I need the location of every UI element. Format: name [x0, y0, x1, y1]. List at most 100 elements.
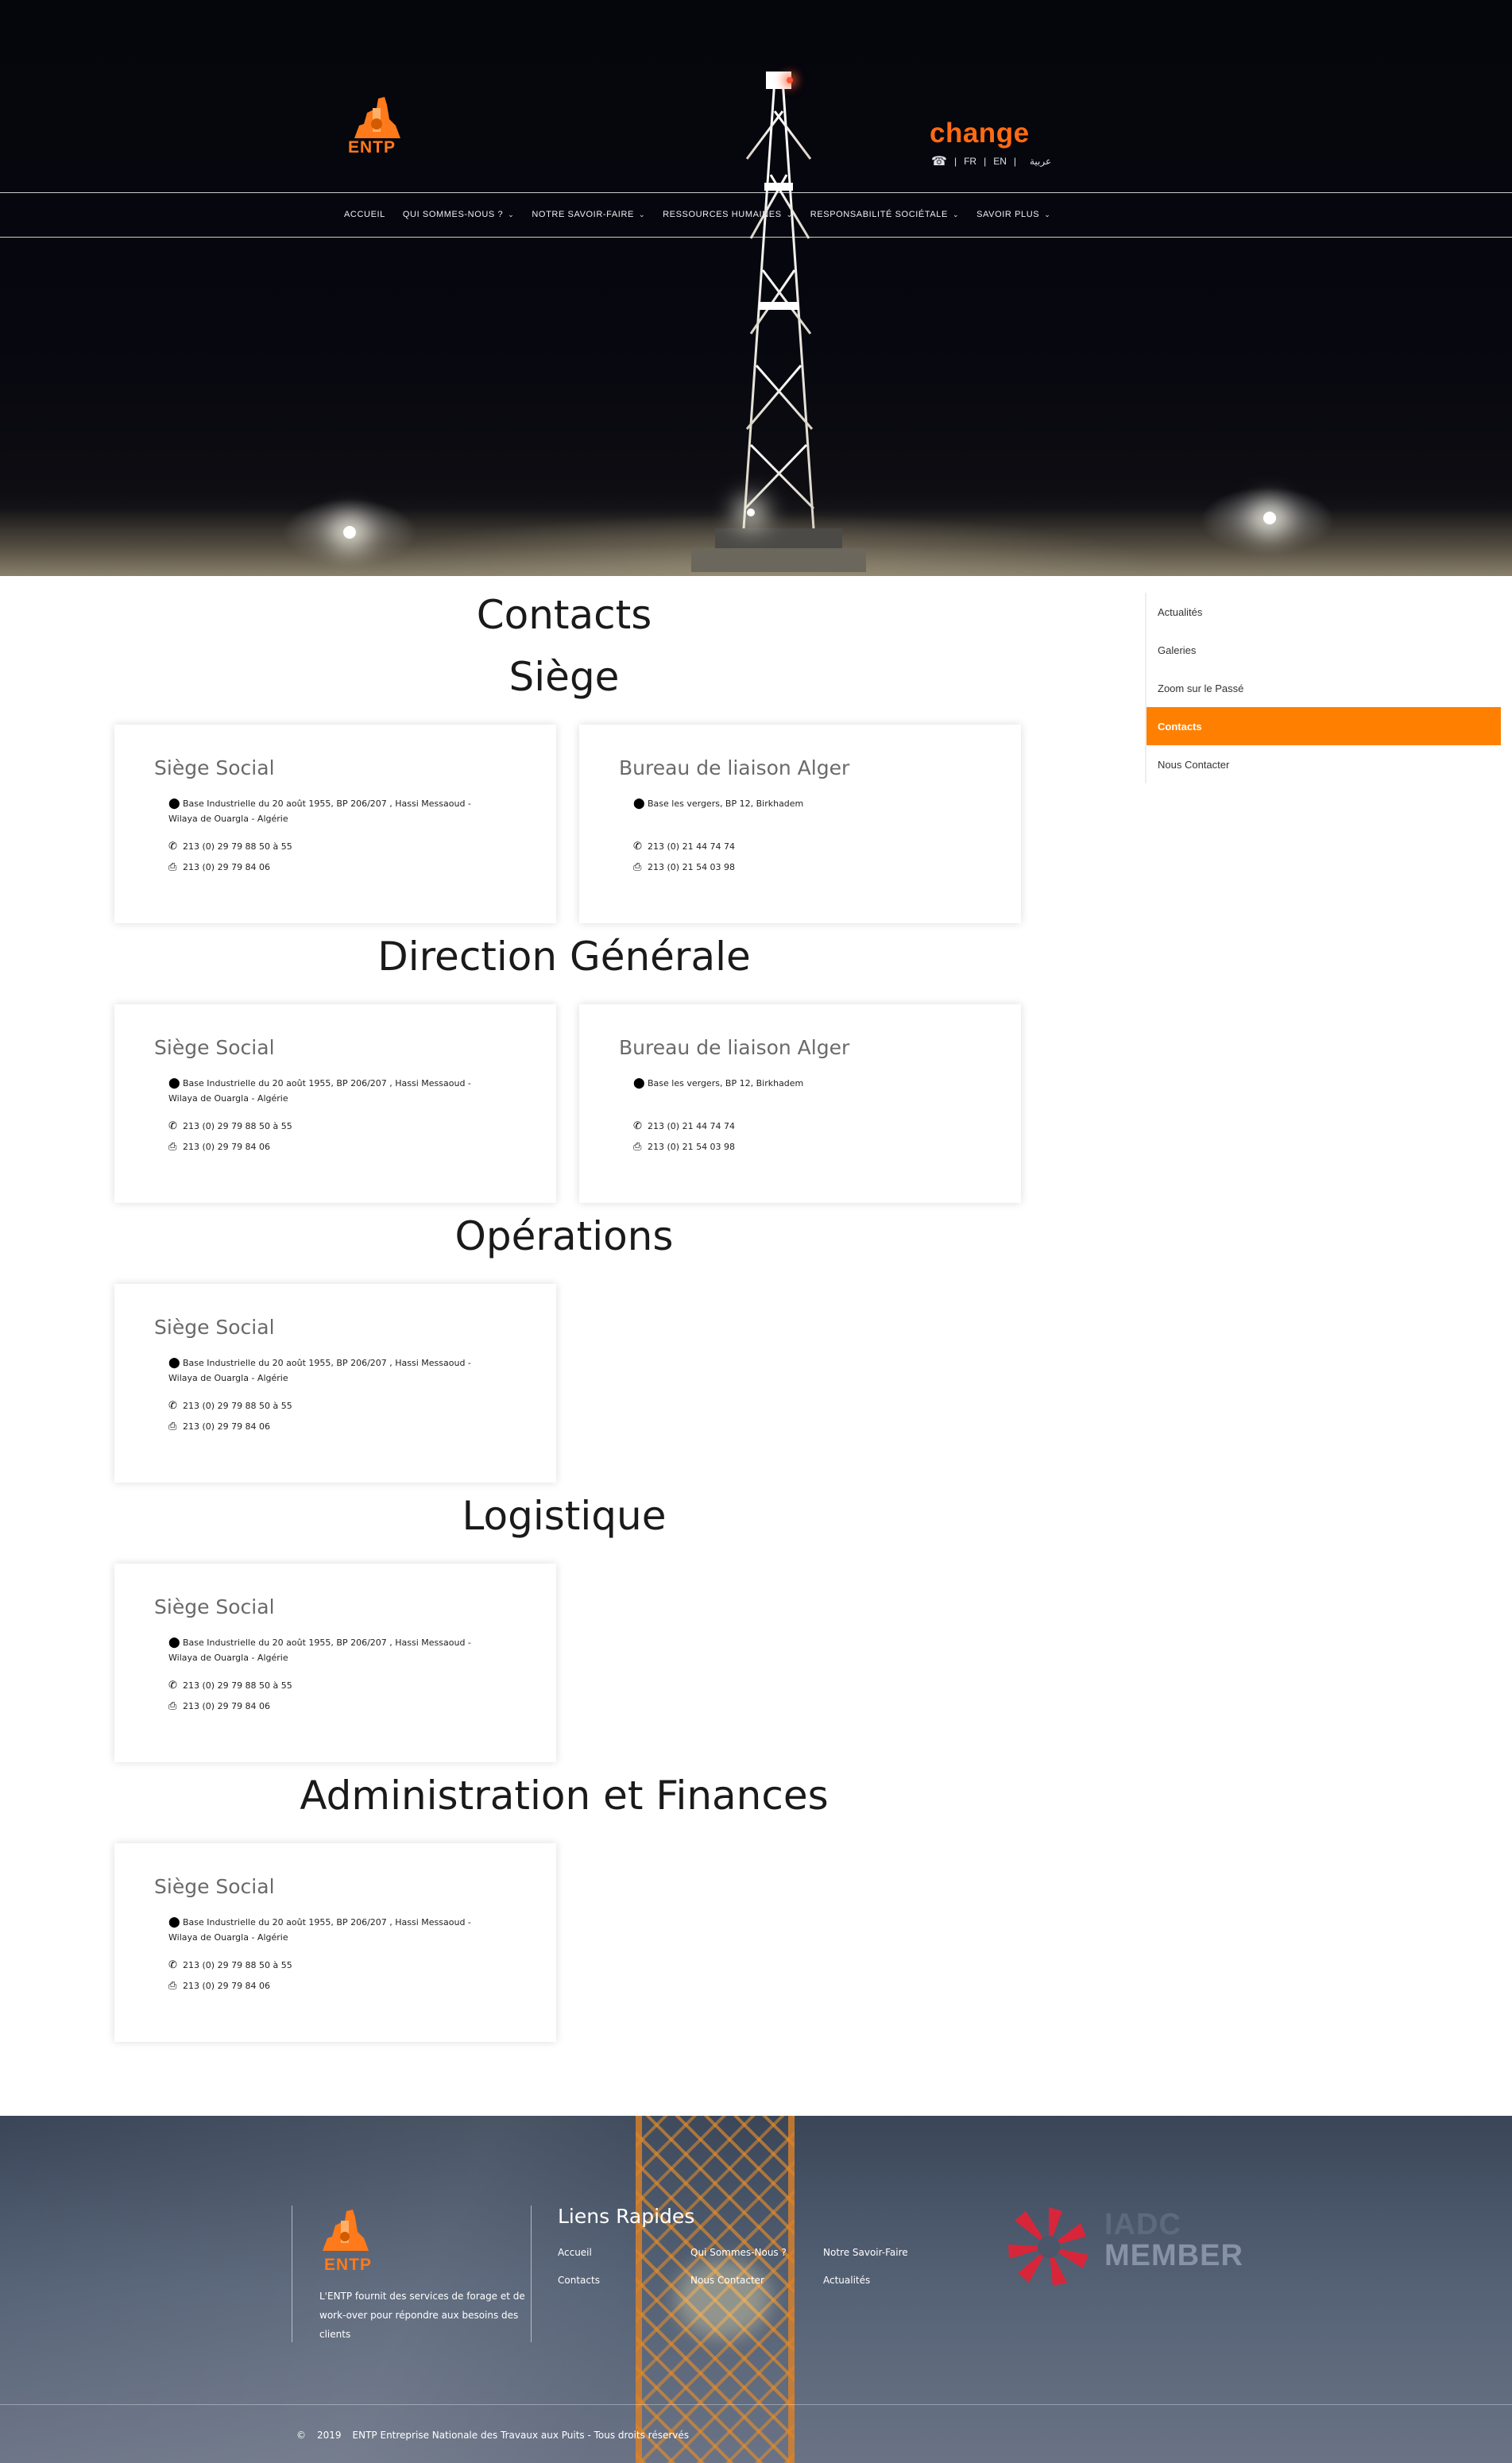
nav-item-ressources-humaines[interactable]: RESSOURCES HUMAINES ⌄ [663, 210, 793, 219]
contact-card: Siège Social ⬤ Base Industrielle du 20 ao… [114, 1564, 556, 1762]
fax-number: 213 (0) 29 79 84 06 [183, 1421, 271, 1432]
address-text: Base Industrielle du 20 août 1955, BP 20… [183, 1917, 471, 1927]
address-text: Base Industrielle du 20 août 1955, BP 20… [183, 798, 471, 809]
footer-entp-logo[interactable] [318, 2203, 381, 2259]
address-row: ⬤ Base Industrielle du 20 août 1955, BP 2… [168, 1076, 520, 1091]
hero-header: ENTP change ☎ | FR | EN | عربية ACCUEIL … [0, 0, 1512, 576]
iadc-logo-icon[interactable] [1005, 2203, 1092, 2291]
phone-icon: ✆ [168, 1680, 177, 1692]
nav-item-savoir-faire[interactable]: NOTRE SAVOIR-FAIRE ⌄ [532, 210, 645, 219]
footer-link-accueil[interactable]: Accueil [558, 2247, 592, 2258]
nav-item-responsabilite[interactable]: RESPONSABILITÉ SOCIÉTALE ⌄ [810, 210, 959, 219]
nav-label: QUI SOMMES-NOUS ? [402, 210, 504, 219]
address-row: ⬤ Base Industrielle du 20 août 1955, BP 2… [168, 796, 520, 811]
card-title: Bureau de liaison Alger [619, 756, 850, 779]
address-text: Base Industrielle du 20 août 1955, BP 20… [183, 1078, 471, 1088]
location-pin-icon: ⬤ [633, 798, 645, 810]
phone-icon[interactable]: ☎ [931, 153, 947, 169]
sidebar-item-actualites[interactable]: Actualités [1147, 593, 1501, 631]
footer-link-savoir-faire[interactable]: Notre Savoir-Faire [823, 2247, 908, 2258]
fax-number: 213 (0) 29 79 84 06 [183, 862, 271, 872]
lang-en[interactable]: EN [993, 156, 1007, 167]
phone-number[interactable]: 213 (0) 29 79 88 50 à 55 [183, 1678, 292, 1693]
drilling-rig-image [691, 72, 866, 572]
address-text: Base Industrielle du 20 août 1955, BP 20… [183, 1358, 471, 1368]
footer-link-actualites[interactable]: Actualités [823, 2275, 870, 2286]
fax-row: ⎙ 213 (0) 21 54 03 98 [633, 1139, 736, 1154]
footer-rig-glow [675, 2259, 771, 2338]
fax-row: ⎙ 213 (0) 29 79 84 06 [168, 1699, 270, 1714]
phone-row: ✆ 213 (0) 29 79 88 50 à 55 [168, 1678, 292, 1693]
phone-row: ✆ 213 (0) 21 44 74 74 [633, 1119, 735, 1134]
address-row: ⬤ Base Industrielle du 20 août 1955, BP 2… [168, 1635, 520, 1650]
chevron-down-icon: ⌄ [952, 210, 960, 218]
phone-row: ✆ 213 (0) 29 79 88 50 à 55 [168, 839, 292, 854]
location-pin-icon: ⬤ [168, 798, 180, 810]
separator: | [984, 156, 987, 167]
fax-number: 213 (0) 29 79 84 06 [183, 1981, 271, 1991]
contacts-content: Contacts Siège Siège Social ⬤ Base Indust… [0, 576, 1512, 2117]
phone-number[interactable]: 213 (0) 21 44 74 74 [648, 1119, 735, 1134]
contact-card: Bureau de liaison Alger ⬤ Base les verger… [579, 725, 1021, 923]
phone-number[interactable]: 213 (0) 21 44 74 74 [648, 839, 735, 854]
nav-item-savoir-plus[interactable]: SAVOIR PLUS ⌄ [976, 210, 1050, 219]
address-text: Base Industrielle du 20 août 1955, BP 20… [183, 1637, 471, 1648]
logo-text[interactable]: ENTP [348, 138, 396, 157]
phone-row: ✆ 213 (0) 29 79 88 50 à 55 [168, 1119, 292, 1134]
card-title: Siège Social [154, 1036, 275, 1059]
footer-logo-text[interactable]: ENTP [324, 2256, 372, 2275]
rig-light [1263, 512, 1276, 524]
phone-number[interactable]: 213 (0) 29 79 88 50 à 55 [183, 839, 292, 854]
nav-label: RESSOURCES HUMAINES [663, 210, 782, 219]
address-text: Base les vergers, BP 12, Birkhadem [648, 1078, 804, 1088]
lang-ar[interactable]: عربية [1030, 156, 1051, 167]
nav-label: ACCUEIL [344, 210, 385, 219]
nav-item-qui-sommes-nous[interactable]: QUI SOMMES-NOUS ? ⌄ [403, 210, 514, 219]
lang-fr[interactable]: FR [964, 156, 976, 167]
card-title: Siège Social [154, 1595, 275, 1618]
copyright-symbol: © [296, 2430, 306, 2441]
section-title: Direction Générale [377, 934, 751, 980]
phone-number[interactable]: 213 (0) 29 79 88 50 à 55 [183, 1398, 292, 1413]
footer-link-contacts[interactable]: Contacts [558, 2275, 600, 2286]
separator: | [953, 156, 957, 167]
address-row: ⬤ Base Industrielle du 20 août 1955, BP 2… [168, 1355, 520, 1371]
nav-item-accueil[interactable]: ACCUEIL [344, 210, 385, 219]
address-text: Base les vergers, BP 12, Birkhadem [648, 798, 804, 809]
sidebar-item-zoom-passe[interactable]: Zoom sur le Passé [1147, 669, 1501, 707]
card-title: Siège Social [154, 1316, 275, 1339]
iadc-text: IADC [1104, 2208, 1181, 2241]
main-nav: ACCUEIL QUI SOMMES-NOUS ? ⌄ NOTRE SAVOIR-… [344, 205, 1068, 224]
section-title: Siège [509, 654, 620, 700]
phone-icon: ✆ [633, 1120, 642, 1132]
sidebar-item-galeries[interactable]: Galeries [1147, 631, 1501, 669]
fax-number: 213 (0) 21 54 03 98 [648, 1142, 736, 1152]
footer-divider [531, 2206, 532, 2342]
fax-row: ⎙ 213 (0) 29 79 84 06 [168, 1419, 271, 1434]
fax-icon: ⎙ [168, 1980, 177, 1992]
contact-card: Siège Social ⬤ Base Industrielle du 20 ao… [114, 1843, 556, 2042]
fax-icon: ⎙ [633, 1141, 642, 1153]
footer-description: L'ENTP fournit des services de forage et… [319, 2291, 525, 2340]
nav-top-border [0, 192, 1512, 193]
sidebar-item-contacts[interactable]: Contacts [1147, 707, 1501, 745]
nav-label: NOTRE SAVOIR-FAIRE [532, 210, 634, 219]
contact-card: Siège Social ⬤ Base Industrielle du 20 ao… [114, 1004, 556, 1203]
sidebar-item-nous-contacter[interactable]: Nous Contacter [1147, 745, 1501, 783]
footer-link-nous-contacter[interactable]: Nous Contacter [690, 2275, 764, 2286]
phone-number[interactable]: 213 (0) 29 79 88 50 à 55 [183, 1958, 292, 1973]
phone-row: ✆ 213 (0) 29 79 88 50 à 55 [168, 1958, 292, 1973]
contact-card: Siège Social ⬤ Base Industrielle du 20 ao… [114, 1284, 556, 1483]
site-footer: ENTP L'ENTP fournit des services de fora… [0, 2116, 1512, 2463]
chevron-down-icon: ⌄ [508, 210, 515, 218]
address-text-line2: Wilaya de Ouargla - Algérie [168, 1932, 288, 1943]
fax-row: ⎙ 213 (0) 29 79 84 06 [168, 860, 271, 875]
contact-card: Siège Social ⬤ Base Industrielle du 20 ao… [114, 725, 556, 923]
location-pin-icon: ⬤ [168, 1916, 180, 1928]
iadc-member-text: MEMBER [1104, 2239, 1243, 2272]
nav-label: RESPONSABILITÉ SOCIÉTALE [810, 210, 948, 219]
location-pin-icon: ⬤ [168, 1637, 180, 1649]
phone-number[interactable]: 213 (0) 29 79 88 50 à 55 [183, 1119, 292, 1134]
footer-link-qui-sommes-nous[interactable]: Qui Sommes-Nous ? [690, 2247, 787, 2258]
language-bar: ☎ | FR | EN | عربية [931, 153, 1051, 169]
